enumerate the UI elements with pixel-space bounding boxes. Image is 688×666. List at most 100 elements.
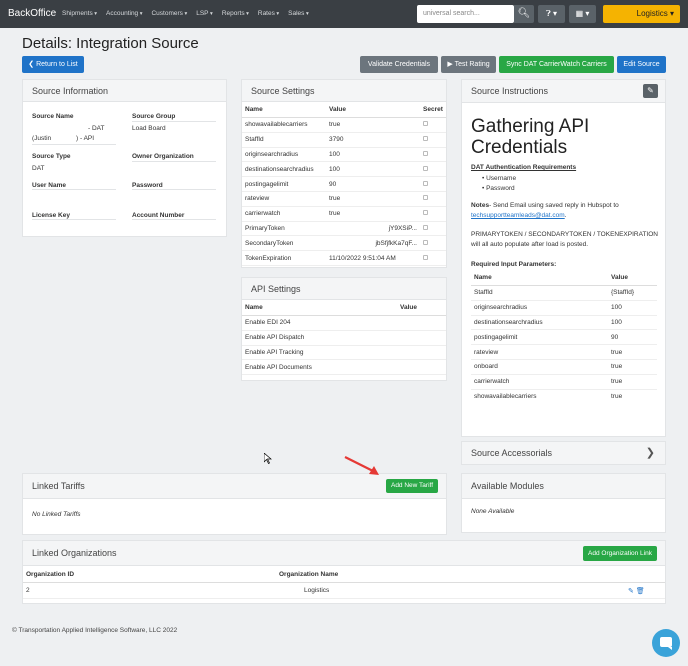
- menu-shipments[interactable]: Shipments: [62, 10, 97, 17]
- footer-copyright: © Transportation Applied Intelligence So…: [12, 627, 178, 634]
- organizations-table: Organization ID Organization Name 2 Logi…: [23, 567, 665, 599]
- support-email-link[interactable]: techsupportteamleads@dat.com: [471, 212, 565, 219]
- password-label: Password: [132, 182, 163, 189]
- list-item: • Username: [482, 175, 517, 182]
- source-accessorials-card[interactable]: Source Accessorials ❯: [461, 441, 666, 465]
- divider: [132, 121, 216, 122]
- table-row: rateview true: [242, 191, 446, 207]
- menu-sales[interactable]: Sales: [288, 10, 309, 17]
- secret-checkbox: [423, 165, 428, 171]
- table-row: originsearchradius 100: [242, 147, 446, 163]
- source-group-value: Load Board: [132, 125, 166, 132]
- table-header-row: Name Value: [471, 270, 657, 286]
- table-row: Enable API Dispatch: [242, 330, 446, 346]
- api-setting-name: Enable API Documents: [242, 359, 397, 376]
- secret-cell: [420, 117, 446, 133]
- secret-checkbox: [423, 254, 428, 260]
- menu-customers[interactable]: Customers: [151, 10, 187, 17]
- license-key-label: License Key: [32, 212, 70, 219]
- edit-source-button[interactable]: Edit Source: [617, 56, 666, 73]
- validate-credentials-button[interactable]: Validate Credentials: [360, 56, 438, 73]
- table-row: PrimaryToken jY9XSiP...: [242, 221, 446, 237]
- search-icon: 🔍︎: [517, 8, 531, 19]
- user-name-label: User Name: [32, 182, 66, 189]
- menu-rates[interactable]: Rates: [258, 10, 279, 17]
- source-instructions-title: Source Instructions: [462, 80, 665, 103]
- source-type-label: Source Type: [32, 153, 71, 160]
- chevron-right-icon: ❯: [645, 447, 655, 459]
- secret-cell: [420, 147, 446, 163]
- add-new-tariff-button[interactable]: Add New Tariff: [386, 479, 438, 493]
- chat-bubble-icon: [660, 637, 672, 650]
- column-header-actions: [625, 567, 665, 583]
- brand-logo[interactable]: BackOffice: [8, 8, 56, 19]
- play-icon: ▶: [447, 61, 453, 68]
- param-value: true: [608, 374, 657, 390]
- source-settings-title: Source Settings: [242, 80, 446, 102]
- table-row: rateview true: [471, 344, 657, 360]
- secret-cell: [420, 132, 446, 148]
- divider: [32, 144, 116, 145]
- chat-button[interactable]: [652, 629, 680, 657]
- param-name: postingagelimit: [471, 329, 608, 346]
- api-settings-title: API Settings: [242, 278, 446, 300]
- setting-value: true: [326, 191, 420, 207]
- table-row: carrierwatch true: [242, 206, 446, 222]
- param-value: 100: [608, 300, 657, 316]
- edit-icon[interactable]: ✎: [628, 588, 634, 595]
- edit-instructions-button[interactable]: ✎: [643, 84, 658, 98]
- token-note: PRIMARYTOKEN / SECONDARYTOKEN / TOKENEXP…: [471, 231, 658, 248]
- table-row: TokenExpiration 11/10/2022 9:51:04 AM: [242, 250, 446, 266]
- api-settings-table: Name Value Enable EDI 204 Enable API Dis…: [242, 300, 446, 376]
- linked-organizations-title: Linked Organizations: [23, 541, 665, 566]
- secret-cell: [420, 176, 446, 192]
- table-row: Enable API Documents: [242, 359, 446, 376]
- source-settings-table: Name Value Secret showavailablecarriers t…: [242, 102, 446, 266]
- secret-cell: [420, 161, 446, 178]
- table-row: 2 Logistics ✎ 🗑︎: [23, 582, 665, 599]
- test-rating-button[interactable]: ▶ Test Rating: [441, 56, 496, 73]
- table-header-row: Name Value: [242, 300, 446, 316]
- setting-name: StaffId: [242, 132, 326, 148]
- setting-name: carrierwatch: [242, 206, 326, 222]
- add-organization-link-button[interactable]: Add Organization Link: [583, 546, 657, 561]
- menu-reports[interactable]: Reports: [222, 10, 249, 17]
- setting-value: true: [326, 206, 420, 222]
- row-actions: ✎ 🗑︎: [625, 582, 665, 599]
- menu-accounting[interactable]: Accounting: [106, 10, 142, 17]
- setting-name: PrimaryToken: [242, 221, 326, 237]
- owner-organization-label: Owner Organization: [132, 153, 194, 160]
- return-to-list-button[interactable]: ❮ Return to List: [22, 56, 84, 73]
- secret-checkbox: [423, 195, 428, 201]
- api-setting-name: Enable API Dispatch: [242, 330, 397, 346]
- secret-checkbox: [423, 210, 428, 216]
- no-modules-message: None Available: [471, 508, 515, 515]
- org-name: Logistics: [276, 582, 625, 599]
- no-tariffs-message: No Linked Tariffs: [32, 511, 81, 518]
- linked-organizations-card: Linked Organizations Add Organization Li…: [22, 540, 666, 604]
- table-row: originsearchradius 100: [471, 300, 657, 316]
- menu-lsp[interactable]: LSP: [196, 10, 213, 17]
- source-accessorials-title: Source Accessorials: [462, 442, 665, 464]
- divider: [32, 189, 116, 190]
- trash-icon[interactable]: 🗑︎: [636, 588, 645, 595]
- table-row: onboard true: [471, 359, 657, 375]
- param-name: rateview: [471, 344, 608, 360]
- org-id: 2: [23, 582, 276, 599]
- notes-label: Notes: [471, 202, 490, 209]
- column-header-name: Name: [471, 270, 608, 286]
- organization-dropdown[interactable]: Logistics ▾: [603, 5, 680, 23]
- universal-search-input[interactable]: universal search...: [417, 5, 514, 23]
- table-row: showavailablecarriers true: [242, 117, 446, 133]
- setting-name: originsearchradius: [242, 147, 326, 163]
- param-name: originsearchradius: [471, 300, 608, 316]
- building-dropdown[interactable]: ▦ ▾: [569, 5, 596, 23]
- help-dropdown[interactable]: ❓︎ ▾: [538, 5, 565, 23]
- test-rating-label: Test Rating: [454, 61, 490, 68]
- column-header-value: Value: [397, 300, 446, 316]
- sync-carriers-button[interactable]: Sync DAT CarrierWatch Carriers: [499, 56, 614, 73]
- search-button[interactable]: 🔍︎: [514, 5, 534, 23]
- setting-name: TokenExpiration: [242, 250, 326, 266]
- secret-checkbox: [423, 150, 428, 156]
- top-navbar: BackOffice Shipments Accounting Customer…: [0, 0, 688, 28]
